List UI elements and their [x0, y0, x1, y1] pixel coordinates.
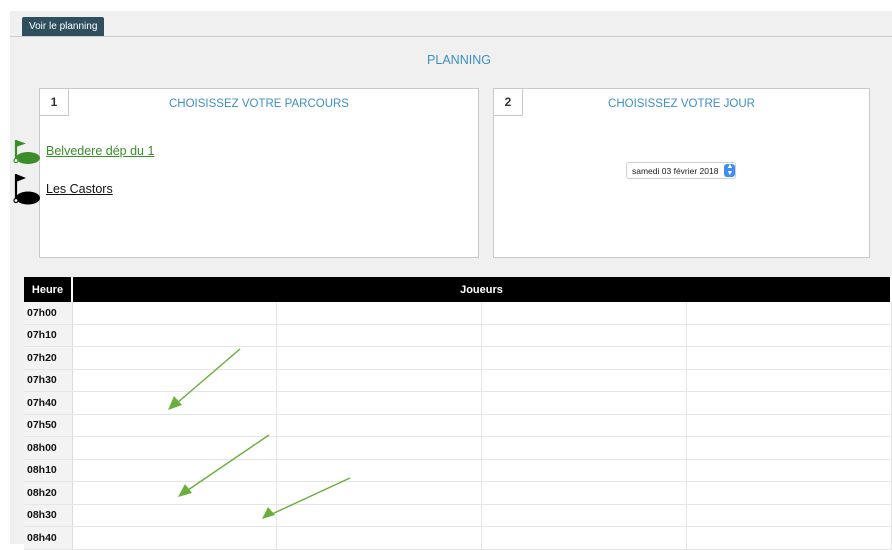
player-slot[interactable] [686, 526, 892, 550]
tab-voir-planning[interactable]: Voir le planning [22, 17, 105, 36]
player-slot[interactable] [686, 481, 892, 505]
golf-flag-icon [10, 137, 40, 165]
course-selection-title: CHOISISSEZ VOTRE PARCOURS [169, 98, 349, 110]
player-slot[interactable] [72, 526, 278, 550]
schedule-table: Heure Joueurs 07h00 07h10 07h20 07h30 07h40 0… [24, 277, 892, 550]
day-selection-box: 2 CHOISISSEZ VOTRE JOUR samedi 03 févrie… [493, 88, 870, 258]
player-slot[interactable] [686, 504, 892, 527]
time-cell: 07h20 [24, 346, 73, 370]
time-cell: 07h00 [24, 302, 73, 325]
player-slot[interactable] [686, 369, 892, 392]
golf-flag-icon [10, 172, 40, 206]
time-cell: 08h40 [24, 526, 73, 550]
player-slot[interactable] [481, 459, 687, 482]
time-cell: 08h20 [24, 481, 73, 505]
player-slot[interactable] [481, 481, 687, 505]
time-cell: 08h10 [24, 459, 73, 482]
player-slot[interactable] [276, 369, 482, 392]
player-slot[interactable] [481, 302, 687, 325]
player-slot[interactable] [72, 481, 278, 505]
time-cell: 07h50 [24, 414, 73, 437]
date-select[interactable]: samedi 03 février 2018 ▲ ▼ [626, 162, 737, 179]
player-slot[interactable] [72, 369, 278, 392]
player-slot[interactable] [276, 526, 482, 550]
player-slot[interactable] [686, 459, 892, 482]
player-slot[interactable] [481, 526, 687, 550]
player-slot[interactable] [481, 369, 687, 392]
select-arrows-icon: ▲ ▼ [724, 163, 736, 177]
player-slot[interactable] [686, 436, 892, 460]
player-slot[interactable] [481, 391, 687, 415]
table-row: 08h10 [24, 459, 892, 482]
course-item-castors[interactable]: Les Castors [10, 172, 113, 206]
table-row: 07h00 [24, 302, 892, 325]
player-slot[interactable] [276, 414, 482, 437]
player-slot[interactable] [72, 346, 278, 370]
time-cell: 08h30 [24, 504, 73, 527]
player-slot[interactable] [686, 391, 892, 415]
player-slot[interactable] [481, 346, 687, 370]
player-slot[interactable] [72, 324, 278, 347]
player-slot[interactable] [276, 324, 482, 347]
table-row: 07h20 [24, 346, 892, 370]
player-slot[interactable] [686, 302, 892, 325]
player-slot[interactable] [686, 414, 892, 437]
table-row: 07h10 [24, 324, 892, 347]
player-slot[interactable] [481, 414, 687, 437]
course-item-belvedere[interactable]: Belvedere dép du 1 [10, 134, 154, 168]
time-cell: 07h30 [24, 369, 73, 392]
player-slot[interactable] [276, 436, 482, 460]
player-slot[interactable] [686, 346, 892, 370]
player-slot[interactable] [481, 436, 687, 460]
table-row: 08h00 [24, 436, 892, 460]
header-joueurs: Joueurs [72, 277, 892, 302]
player-slot[interactable] [276, 391, 482, 415]
table-row: 07h30 [24, 369, 892, 392]
player-slot[interactable] [276, 459, 482, 482]
time-cell: 07h40 [24, 391, 73, 415]
player-slot[interactable] [481, 324, 687, 347]
player-slot[interactable] [72, 391, 278, 415]
date-select-value: samedi 03 février 2018 [632, 165, 719, 176]
table-row: 08h20 [24, 481, 892, 505]
player-slot[interactable] [72, 414, 278, 437]
table-row: 07h40 [24, 391, 892, 415]
course-link-castors[interactable]: Les Castors [46, 182, 113, 196]
player-slot[interactable] [481, 504, 687, 527]
page-title: PLANNING [427, 53, 491, 67]
player-slot[interactable] [72, 436, 278, 460]
player-slot[interactable] [72, 504, 278, 527]
course-link-belvedere[interactable]: Belvedere dép du 1 [46, 144, 154, 158]
day-selection-title: CHOISISSEZ VOTRE JOUR [608, 98, 755, 110]
time-cell: 08h00 [24, 436, 73, 460]
player-slot[interactable] [276, 504, 482, 527]
player-slot[interactable] [276, 302, 482, 325]
header-heure: Heure [24, 277, 73, 302]
table-header-row: Heure Joueurs [24, 277, 892, 302]
tab-divider [10, 36, 892, 37]
player-slot[interactable] [276, 346, 482, 370]
time-cell: 07h10 [24, 324, 73, 347]
player-slot[interactable] [686, 324, 892, 347]
table-row: 08h40 [24, 526, 892, 550]
table-row: 07h50 [24, 414, 892, 437]
player-slot[interactable] [72, 302, 278, 325]
player-slot[interactable] [72, 459, 278, 482]
table-row: 08h30 [24, 504, 892, 527]
player-slot[interactable] [276, 481, 482, 505]
